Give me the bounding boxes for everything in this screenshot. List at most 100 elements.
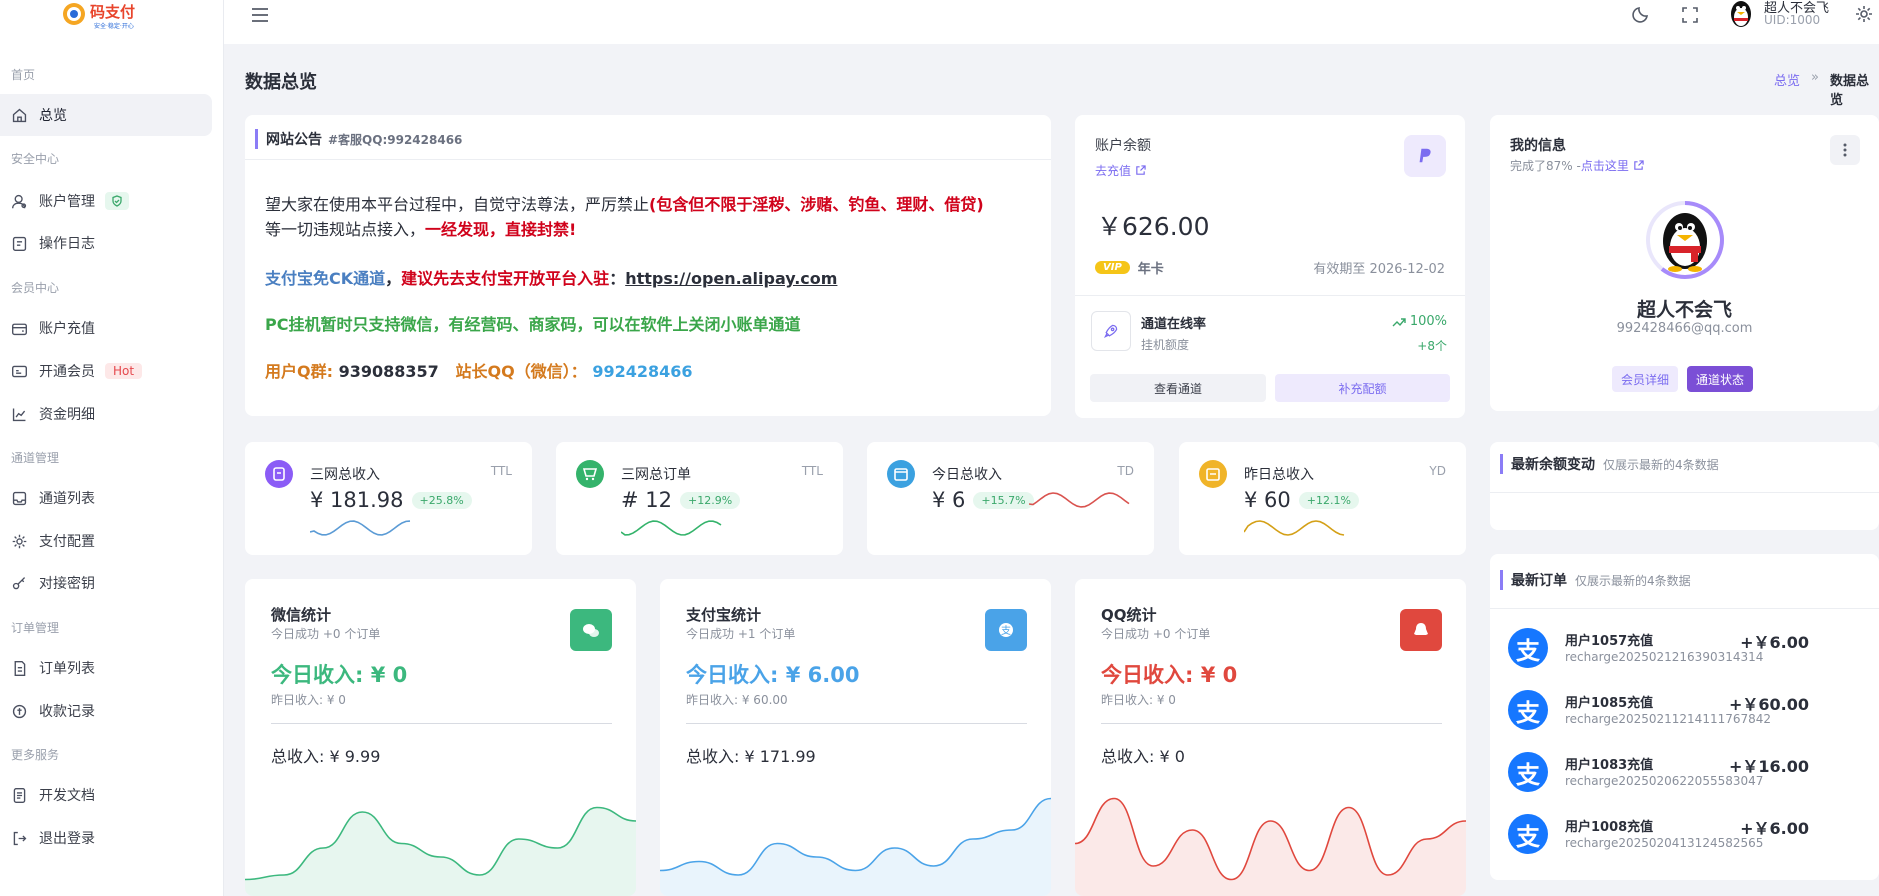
section-home: 首页 [11, 68, 36, 82]
sidebar-item-logs[interactable]: 操作日志 [0, 222, 212, 264]
sidebar-item-overview[interactable]: 总览 [0, 94, 212, 136]
notice-title-text: 网站公告 [266, 132, 322, 148]
income-trend-chart [1075, 797, 1466, 896]
stat-period-tag: TD [1117, 464, 1134, 478]
order-icon [14, 660, 26, 676]
notice-line-3: 支付宝免CK通道，建议先去支付宝开放平台入驻：https://open.alip… [265, 265, 837, 289]
payment-sub: 今日成功 +0 个订单 [271, 627, 381, 641]
sidebar-item-vip[interactable]: 开通会员 Hot [0, 350, 212, 392]
order-list-item[interactable]: 支 用户1008充值 recharge2025020413124582565 +￥6.… [1508, 810, 1809, 860]
recharge-link[interactable]: 去充值 [1095, 162, 1146, 179]
avatar[interactable] [1727, 0, 1755, 30]
sidebar-item-channels[interactable]: 通道列表 [0, 477, 212, 519]
order-list-item[interactable]: 支用户1083充值 recharge20250206220555830​47 +￥1… [1508, 748, 1809, 798]
divider [1101, 723, 1442, 724]
sidebar-item-label: 开发文档 [39, 788, 95, 804]
add-quota-button[interactable]: 补充配额 [1275, 374, 1450, 402]
latest-orders-card: 最新订单 仅展示最新的4条数据 支 用户1057充值 recharge20250212… [1490, 554, 1879, 880]
breadcrumb-home[interactable]: 总览 [1774, 70, 1800, 89]
sidebar-item-receipts[interactable]: 收款记录 [0, 690, 212, 732]
stat-period-tag: TTL [801, 464, 823, 478]
more-icon[interactable] [1830, 135, 1860, 165]
notice-qgroup: 939088357 [338, 362, 439, 381]
order-title: 用户1057充值 [1565, 634, 1654, 649]
stat-value: ¥ 6 [932, 488, 966, 512]
moon-icon[interactable] [1631, 4, 1651, 24]
payment-sub: 今日成功 +1 个订单 [686, 627, 796, 641]
inbox-icon [12, 491, 27, 505]
payment-yesterday-income: 昨日收入: ¥ 60.00 [686, 693, 788, 707]
member-detail-button[interactable]: 会员详细 [1612, 366, 1678, 392]
stat-card: 三网总收入 TTL ¥ 181.98 +25.8% [245, 442, 532, 555]
quota-extra: +8个 [1417, 339, 1447, 353]
balance-changes-header: 最新余额变动 仅展示最新的4条数据 [1500, 454, 1719, 474]
order-list-item[interactable]: 支用户1085充值 recharge20250211214111767842 +￥6… [1508, 686, 1809, 736]
stat-value-row: # 12 +12.9% [621, 488, 741, 512]
sparkline-path [1244, 520, 1345, 536]
latest-orders-sub: 仅展示最新的4条数据 [1575, 574, 1691, 588]
logo-slogan: 安全·稳定·开心 [94, 22, 134, 30]
order-amount: +￥16.00 [1728, 757, 1809, 776]
order-amount: +￥6.00 [1740, 633, 1809, 652]
alipay-icon: 支 [1508, 814, 1548, 854]
stat-change-badge: +25.8% [411, 491, 472, 509]
sidebar-item-recharge[interactable]: 账户充值 [0, 307, 212, 349]
profile-progress: 完成了87% - 点击这里 [1510, 157, 1644, 174]
sidebar-item-payconfig[interactable]: 支付配置 [0, 520, 212, 562]
view-channels-button[interactable]: 查看通道 [1090, 374, 1266, 402]
stat-card: 昨日总收入 YD ¥ 60 +12.1% [1179, 442, 1466, 555]
alipay-link[interactable]: https://open.alipay.com [625, 269, 837, 288]
profile-avatar[interactable] [1645, 200, 1725, 280]
recharge-label: 去充值 [1095, 164, 1132, 178]
external-link-icon [1136, 165, 1146, 175]
my-info-title: 我的信息 [1510, 138, 1566, 154]
stat-label: 三网总收入 [310, 467, 380, 483]
channel-status-button[interactable]: 通道状态 [1687, 366, 1753, 392]
online-rate-label: 通道在线率 [1141, 317, 1207, 332]
sparkline-path [1029, 492, 1130, 508]
calendar-icon [887, 460, 915, 488]
payment-yesterday-income: 昨日收入: ¥ 0 [271, 693, 346, 707]
stat-period-tag: YD [1429, 464, 1446, 478]
sidebar-item-account[interactable]: 账户管理 [0, 180, 212, 222]
sidebar-item-label: 开通会员 [39, 364, 95, 380]
card-icon [12, 365, 27, 377]
vip-row: VIP 年卡 [1095, 258, 1164, 277]
notice-qgroup-label: 用户Q群: [265, 362, 334, 381]
order-title: 用户1083充值 [1565, 758, 1654, 773]
stat-label: 昨日总收入 [1244, 467, 1314, 483]
divider [271, 723, 612, 724]
fullscreen-icon[interactable] [1680, 5, 1700, 25]
notice-line-1: 望大家在使用本平台过程中，自觉守法尊法，严厉禁止(包含但不限于淫秽、涉赌、钓鱼、… [265, 191, 984, 215]
qq-icon [1400, 609, 1442, 651]
sidebar-item-funds[interactable]: 资金明细 [0, 393, 212, 435]
sparkline [1029, 492, 1130, 508]
alipay-icon: 支 [1508, 628, 1548, 668]
menu-toggle-icon[interactable] [250, 5, 270, 25]
alipay-icon: 支 [1508, 752, 1548, 792]
notice-text: 望大家在使用本平台过程中，自觉守法尊法，严厉禁止 [265, 195, 650, 214]
payment-today-income: 今日收入: ¥ 0 [1101, 663, 1238, 687]
user-icon [12, 194, 27, 208]
notice-line-4: PC挂机暂时只支持微信，有经营码、商家码，可以在软件上关闭小账单通道 [265, 315, 801, 334]
sidebar-item-orders[interactable]: 订单列表 [0, 647, 212, 689]
order-list-item[interactable]: 支 用户1057充值 recharge2025021216390314314 +￥6.… [1508, 624, 1809, 674]
sidebar-item-logout[interactable]: 退出登录 [0, 817, 212, 859]
settings-gear-icon[interactable] [1854, 4, 1874, 24]
coin-icon [12, 704, 27, 718]
sparkline [1244, 520, 1345, 536]
sidebar-item-docs[interactable]: 开发文档 [0, 774, 212, 816]
stat-card: 今日总收入 TD ¥ 6 +15.7% [867, 442, 1154, 555]
progress-link[interactable]: 点击这里 [1581, 157, 1629, 174]
stat-change-badge: +15.7% [973, 491, 1034, 509]
sidebar-item-label: 账户管理 [39, 194, 95, 210]
order-title: 用户1008充值 [1565, 820, 1654, 835]
sidebar-item-keys[interactable]: 对接密钥 [0, 562, 212, 604]
hot-badge: Hot [105, 363, 143, 379]
order-number: recharge2025020413124582565 [1565, 836, 1764, 850]
key-icon [12, 576, 26, 589]
logo[interactable]: 码支付 安全·稳定·开心 [60, 0, 150, 32]
breadcrumb-separator: » [1811, 70, 1819, 85]
sidebar-item-label: 对接密钥 [39, 576, 95, 592]
shield-icon [105, 192, 129, 210]
